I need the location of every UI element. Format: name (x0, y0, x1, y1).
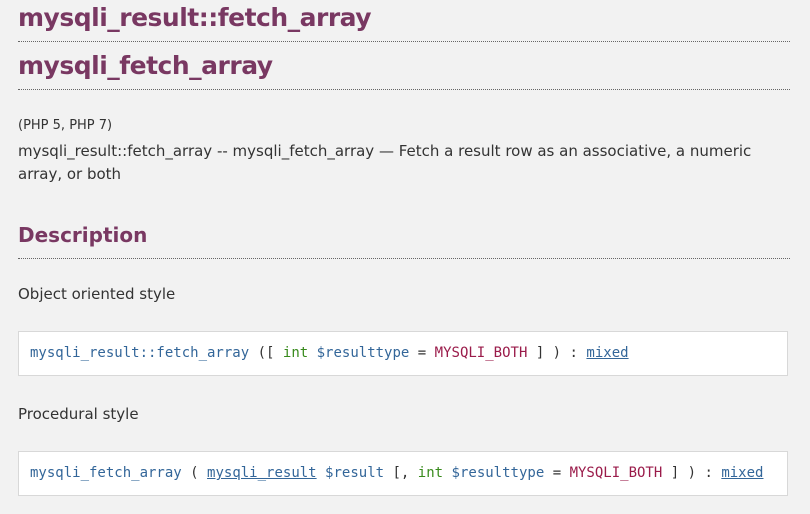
open-paren: ( (190, 465, 199, 481)
close-bracket: ] ) (535, 345, 562, 361)
equals-sign: = (417, 345, 427, 361)
return-colon: : (569, 345, 578, 361)
description-heading: Description (18, 223, 148, 247)
param-type: int (417, 465, 444, 481)
default-constant: MYSQLI_BOTH (569, 465, 663, 481)
return-colon: : (704, 465, 713, 481)
optional-open: [, (392, 465, 410, 481)
divider (18, 41, 790, 42)
param-type-link[interactable]: mysqli_result (207, 465, 317, 481)
page-title-function: mysqli_fetch_array (18, 51, 273, 80)
refpurpose: mysqli_result::fetch_array -- mysqli_fet… (18, 142, 752, 183)
divider (18, 89, 790, 90)
param-var: $resulttype (451, 465, 545, 481)
return-type-link[interactable]: mixed (586, 345, 628, 361)
return-type-link[interactable]: mixed (721, 465, 763, 481)
php-versions: (PHP 5, PHP 7) (18, 118, 113, 133)
open-bracket: ([ (257, 345, 275, 361)
page-title-method: mysqli_result::fetch_array (18, 3, 372, 32)
signature-line: mysqli_fetch_array ( mysqli_result $resu… (30, 465, 763, 481)
function-name: mysqli_fetch_array (30, 465, 182, 481)
php-manual-page: mysqli_result::fetch_array mysqli_fetch_… (0, 0, 810, 514)
signature-line: mysqli_result::fetch_array ([ int $resul… (30, 345, 629, 361)
method-signature-procedural: mysqli_fetch_array ( mysqli_result $resu… (18, 451, 788, 496)
param-var: $resulttype (316, 345, 410, 361)
procedural-style-label: Procedural style (18, 405, 139, 423)
param-type: int (282, 345, 309, 361)
divider (18, 258, 790, 259)
param-var: $result (325, 465, 385, 481)
method-name: mysqli_result::fetch_array (30, 345, 250, 361)
oo-style-label: Object oriented style (18, 285, 176, 303)
close-bracket: ] ) (670, 465, 697, 481)
equals-sign: = (552, 465, 562, 481)
method-signature-oo: mysqli_result::fetch_array ([ int $resul… (18, 331, 788, 376)
default-constant: MYSQLI_BOTH (434, 345, 528, 361)
